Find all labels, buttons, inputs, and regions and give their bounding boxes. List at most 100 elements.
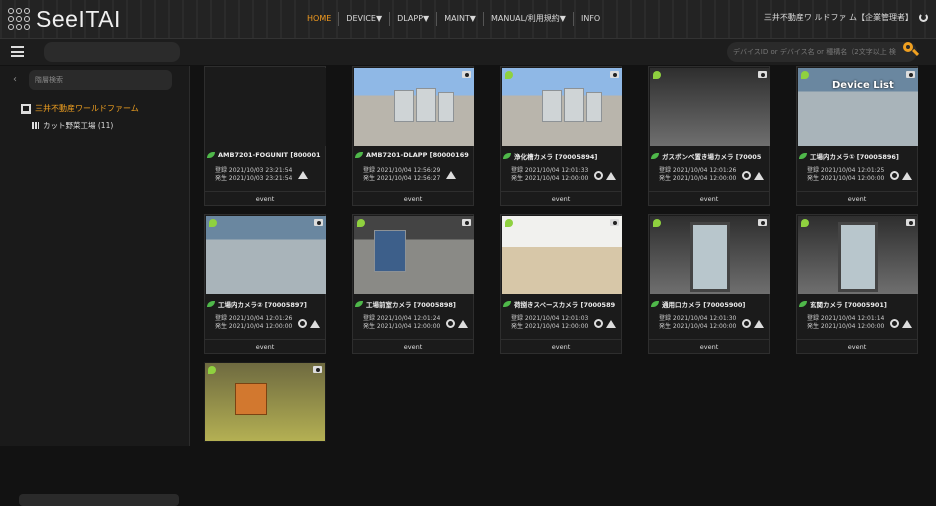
card-actions xyxy=(890,319,912,328)
camera-card[interactable]: 工場内カメラ② [70005897] 登録 2021/10/04 12:01:2… xyxy=(204,214,326,354)
menu-icon[interactable] xyxy=(11,46,24,57)
leaf-icon xyxy=(207,301,215,307)
camera-card[interactable]: Device List 工場内カメラ① [70005896] 登録 2021/1… xyxy=(796,66,918,206)
camera-card[interactable]: 通用口カメラ [70005900] 登録 2021/10/04 12:01:30… xyxy=(648,214,770,354)
gear-icon[interactable] xyxy=(298,319,307,328)
camera-icon[interactable] xyxy=(906,219,915,226)
timestamps: 登録 2021/10/03 23:21:54 発生 2021/10/03 23:… xyxy=(215,167,292,183)
camera-icon[interactable] xyxy=(610,71,619,78)
gear-icon[interactable] xyxy=(890,171,899,180)
camera-icon[interactable] xyxy=(314,219,323,226)
nav-manual[interactable]: MANUAL/利用規約▼ xyxy=(482,12,573,26)
alarm-icon[interactable] xyxy=(902,319,912,328)
camera-icon[interactable] xyxy=(462,219,471,226)
camera-name[interactable]: AMB7201-FOGUNIT [800001 xyxy=(207,151,325,159)
camera-thumbnail[interactable] xyxy=(354,68,474,146)
alarm-icon[interactable] xyxy=(606,319,616,328)
camera-thumbnail[interactable] xyxy=(206,68,326,146)
status-icon xyxy=(208,366,216,374)
leaf-icon xyxy=(651,301,659,307)
camera-card[interactable]: 工場前室カメラ [70005898] 登録 2021/10/04 12:01:2… xyxy=(352,214,474,354)
nav-info[interactable]: INFO xyxy=(572,12,607,26)
occurred-time: 発生 2021/10/04 12:00:00 xyxy=(511,175,589,182)
gear-icon[interactable] xyxy=(594,171,603,180)
chevron-left-icon[interactable]: ‹ xyxy=(13,74,17,85)
hierarchy-search-input[interactable]: 階層検索 xyxy=(29,70,172,90)
alarm-icon[interactable] xyxy=(298,171,308,179)
camera-icon[interactable] xyxy=(610,219,619,226)
tree-child[interactable]: カット野菜工場 (11) xyxy=(32,120,113,131)
alarm-icon[interactable] xyxy=(754,319,764,328)
camera-card[interactable]: 玄関カメラ [70005901] 登録 2021/10/04 12:01:14 … xyxy=(796,214,918,354)
event-link[interactable]: event xyxy=(205,339,325,354)
camera-name[interactable]: 荷捌きスペースカメラ [7000589 xyxy=(503,299,621,309)
gear-icon[interactable] xyxy=(742,319,751,328)
camera-card[interactable]: AMB7201-FOGUNIT [800001 登録 2021/10/03 23… xyxy=(204,66,326,206)
event-link[interactable]: event xyxy=(797,191,917,206)
camera-name-label: AMB7201-FOGUNIT [800001 xyxy=(218,151,321,159)
alarm-icon[interactable] xyxy=(902,171,912,180)
event-link[interactable]: event xyxy=(649,191,769,206)
event-link[interactable]: event xyxy=(353,191,473,206)
app-logo[interactable]: SeeITAI xyxy=(8,6,121,32)
camera-thumbnail[interactable] xyxy=(798,216,918,294)
nav-dlapp[interactable]: DLAPP▼ xyxy=(389,12,436,26)
camera-card[interactable]: AMB7201-DLAPP [80000169 登録 2021/10/04 12… xyxy=(352,66,474,206)
search-icon[interactable] xyxy=(903,42,920,56)
camera-name[interactable]: AMB7201-DLAPP [80000169 xyxy=(355,151,473,159)
gear-icon[interactable] xyxy=(594,319,603,328)
camera-thumbnail[interactable] xyxy=(206,216,326,294)
camera-card[interactable]: 浄化槽カメラ [70005894] 登録 2021/10/04 12:01:33… xyxy=(500,66,622,206)
nav-home[interactable]: HOME xyxy=(300,12,338,26)
camera-icon[interactable] xyxy=(462,71,471,78)
camera-icon[interactable] xyxy=(313,366,322,373)
gear-icon[interactable] xyxy=(890,319,899,328)
sidebar-scrollbar[interactable] xyxy=(19,494,179,506)
alarm-icon[interactable] xyxy=(606,171,616,180)
camera-icon[interactable] xyxy=(758,219,767,226)
camera-thumbnail[interactable] xyxy=(650,216,770,294)
camera-name[interactable]: 通用口カメラ [70005900] xyxy=(651,299,769,309)
camera-thumbnail[interactable] xyxy=(354,216,474,294)
camera-card[interactable]: ガスボンベ置き場カメラ [70005 登録 2021/10/04 12:01:2… xyxy=(648,66,770,206)
event-link[interactable]: event xyxy=(501,191,621,206)
path-display xyxy=(44,42,180,62)
card-actions xyxy=(446,319,468,328)
gear-icon[interactable] xyxy=(742,171,751,180)
camera-card[interactable] xyxy=(204,362,326,442)
tree-root[interactable]: 三井不動産ワールドファーム xyxy=(21,103,139,114)
camera-name[interactable]: 工場内カメラ① [70005896] xyxy=(799,151,917,161)
camera-name[interactable]: 玄関カメラ [70005901] xyxy=(799,299,917,309)
camera-name[interactable]: 浄化槽カメラ [70005894] xyxy=(503,151,621,161)
card-actions xyxy=(594,319,616,328)
occurred-time: 発生 2021/10/04 12:00:00 xyxy=(807,323,885,330)
card-actions xyxy=(298,319,320,328)
camera-thumbnail[interactable] xyxy=(502,216,622,294)
gear-icon[interactable] xyxy=(446,319,455,328)
nav-device[interactable]: DEVICE▼ xyxy=(338,12,389,26)
event-link[interactable]: event xyxy=(649,339,769,354)
user-menu[interactable]: 三井不動産ワ ルドファ ム【企業管理者】 xyxy=(764,12,928,23)
event-link[interactable]: event xyxy=(797,339,917,354)
alarm-icon[interactable] xyxy=(754,171,764,180)
camera-icon[interactable] xyxy=(906,71,915,78)
camera-name[interactable]: 工場前室カメラ [70005898] xyxy=(355,299,473,309)
camera-card[interactable]: 荷捌きスペースカメラ [7000589 登録 2021/10/04 12:01:… xyxy=(500,214,622,354)
alarm-icon[interactable] xyxy=(310,319,320,328)
camera-thumbnail[interactable]: Device List xyxy=(798,68,918,146)
nav-maint[interactable]: MAINT▼ xyxy=(436,12,483,26)
camera-thumbnail[interactable] xyxy=(502,68,622,146)
event-link[interactable]: event xyxy=(501,339,621,354)
alarm-icon[interactable] xyxy=(458,319,468,328)
alarm-icon[interactable] xyxy=(446,171,456,179)
camera-thumbnail[interactable] xyxy=(650,68,770,146)
power-icon[interactable] xyxy=(919,13,928,22)
camera-name[interactable]: 工場内カメラ② [70005897] xyxy=(207,299,325,309)
event-link[interactable]: event xyxy=(205,191,325,206)
event-link[interactable]: event xyxy=(353,339,473,354)
camera-name[interactable]: ガスボンベ置き場カメラ [70005 xyxy=(651,151,769,161)
device-search-input[interactable]: デバイスID or デバイス名 or 種構名（2文字以上 検 xyxy=(727,42,917,62)
camera-icon[interactable] xyxy=(758,71,767,78)
camera-name-label: 工場前室カメラ [70005898] xyxy=(366,301,456,309)
camera-thumbnail[interactable] xyxy=(205,363,325,441)
